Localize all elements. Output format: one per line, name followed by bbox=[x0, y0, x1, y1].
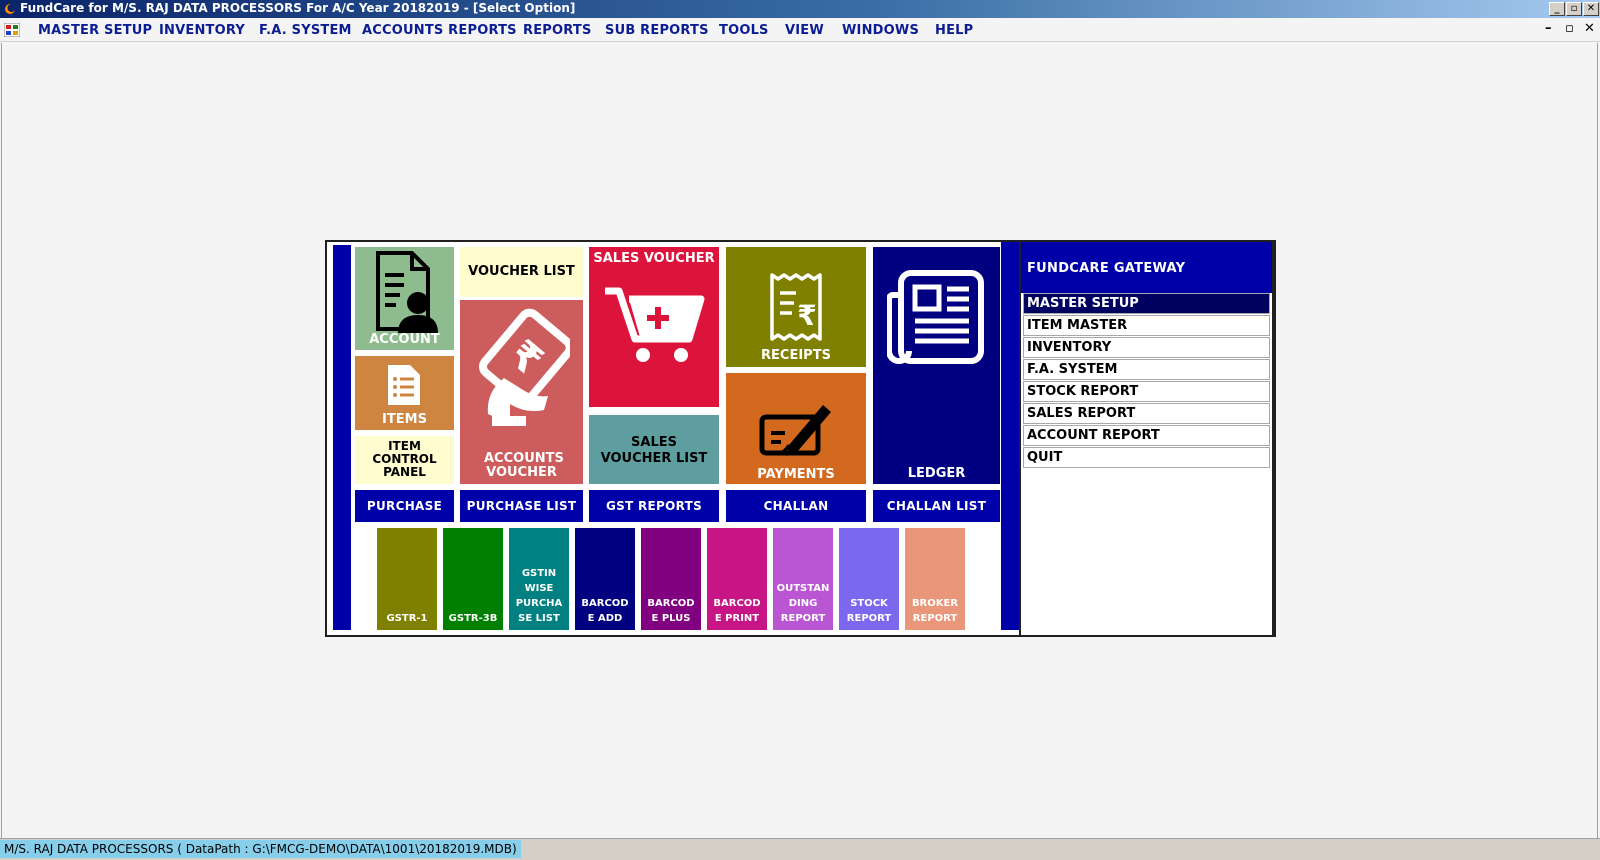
status-bar: M/S. RAJ DATA PROCESSORS ( DataPath : G:… bbox=[0, 838, 1600, 860]
barcode-plus-tile[interactable]: BARCOD E PLUS bbox=[641, 528, 701, 630]
tile-ledger-label: LEDGER bbox=[907, 466, 966, 481]
check-signing-pen-icon bbox=[759, 405, 831, 456]
menu-reports[interactable]: REPORTS bbox=[523, 23, 592, 38]
challan-list-button[interactable]: CHALLAN LIST bbox=[873, 490, 1000, 522]
gstin-wise-purchase-list-tile[interactable]: GSTIN WISE PURCHA SE LIST bbox=[509, 528, 569, 630]
menu-bar: MASTER SETUP INVENTORY F.A. SYSTEM ACCOU… bbox=[0, 18, 1600, 42]
gst-reports-button[interactable]: GST REPORTS bbox=[589, 490, 719, 522]
gateway-item-quit[interactable]: QUIT bbox=[1023, 447, 1270, 468]
menu-fa-system[interactable]: F.A. SYSTEM bbox=[259, 23, 352, 38]
gateway-item-master-setup[interactable]: MASTER SETUP bbox=[1023, 293, 1270, 314]
gateway-item-fa-system[interactable]: F.A. SYSTEM bbox=[1023, 359, 1270, 380]
barcode-add-tile[interactable]: BARCOD E ADD bbox=[575, 528, 635, 630]
document-window-icon[interactable] bbox=[4, 23, 20, 37]
ledger-newspaper-icon bbox=[887, 270, 984, 364]
menu-master-setup[interactable]: MASTER SETUP bbox=[38, 23, 152, 38]
tile-items-label: ITEMS bbox=[382, 412, 427, 427]
status-datapath: M/S. RAJ DATA PROCESSORS ( DataPath : G:… bbox=[0, 840, 521, 858]
gstr-3b-tile[interactable]: GSTR-3B bbox=[443, 528, 503, 630]
right-accent-bar bbox=[1001, 242, 1019, 630]
fundcare-gateway-panel: FUNDCARE GATEWAY MASTER SETUP ITEM MASTE… bbox=[1019, 240, 1274, 637]
svg-text:₹: ₹ bbox=[797, 299, 816, 332]
challan-button[interactable]: CHALLAN bbox=[726, 490, 866, 522]
tile-voucher-list-label: VOUCHER LIST bbox=[468, 264, 575, 279]
tile-account[interactable]: ACCOUNT bbox=[355, 247, 454, 350]
tile-items[interactable]: ITEMS bbox=[355, 356, 454, 430]
barcode-print-label: BARCOD E PRINT bbox=[713, 598, 761, 624]
menu-windows[interactable]: WINDOWS bbox=[842, 23, 919, 38]
tile-payments-label: PAYMENTS bbox=[757, 467, 835, 482]
barcode-plus-label: BARCOD E PLUS bbox=[647, 598, 695, 624]
window-title: FundCare for M/S. RAJ DATA PROCESSORS Fo… bbox=[20, 1, 576, 15]
gateway-item-sales-report[interactable]: SALES REPORT bbox=[1023, 403, 1270, 424]
gateway-item-item-master[interactable]: ITEM MASTER bbox=[1023, 315, 1270, 336]
menu-accounts-reports[interactable]: ACCOUNTS REPORTS bbox=[362, 23, 517, 38]
stock-report-label: STOCK REPORT bbox=[846, 598, 892, 624]
gstin-wise-purchase-list-label: GSTIN WISE PURCHA SE LIST bbox=[515, 568, 563, 624]
gateway-item-account-report[interactable]: ACCOUNT REPORT bbox=[1023, 425, 1270, 446]
tile-ledger[interactable]: LEDGER bbox=[873, 247, 1000, 484]
barcode-print-tile[interactable]: BARCOD E PRINT bbox=[707, 528, 767, 630]
minimize-button[interactable]: _ bbox=[1549, 2, 1565, 16]
tile-voucher-list[interactable]: VOUCHER LIST bbox=[460, 247, 583, 297]
menu-help[interactable]: HELP bbox=[935, 23, 973, 38]
items-list-icon bbox=[388, 365, 420, 405]
tile-sales-voucher-label: SALES VOUCHER bbox=[593, 251, 715, 266]
stock-report-tile[interactable]: STOCK REPORT bbox=[839, 528, 899, 630]
gateway-item-inventory[interactable]: INVENTORY bbox=[1023, 337, 1270, 358]
tile-item-control-panel[interactable]: ITEM CONTROL PANEL bbox=[355, 436, 454, 484]
close-button[interactable]: ✕ bbox=[1583, 2, 1599, 16]
tile-accounts-voucher[interactable]: ₹ ACCOUNTS VOUCHER bbox=[460, 300, 583, 484]
tile-sales-voucher[interactable]: SALES VOUCHER bbox=[589, 247, 719, 407]
account-contact-icon bbox=[376, 251, 438, 333]
tile-sales-voucher-list-label: SALES VOUCHER LIST bbox=[600, 435, 708, 466]
gateway-title: FUNDCARE GATEWAY bbox=[1027, 261, 1186, 276]
purchase-list-button[interactable]: PURCHASE LIST bbox=[460, 490, 583, 522]
child-minimize-button[interactable]: – bbox=[1545, 21, 1552, 36]
menu-view[interactable]: VIEW bbox=[785, 23, 824, 38]
tile-receipts-label: RECEIPTS bbox=[761, 348, 831, 363]
restore-button[interactable]: ▫ bbox=[1566, 2, 1582, 16]
menu-sub-reports[interactable]: SUB REPORTS bbox=[605, 23, 709, 38]
tile-receipts[interactable]: ₹ RECEIPTS bbox=[726, 247, 866, 367]
purchase-button[interactable]: PURCHASE bbox=[355, 490, 454, 522]
menu-inventory[interactable]: INVENTORY bbox=[159, 23, 245, 38]
tile-sales-voucher-list[interactable]: SALES VOUCHER LIST bbox=[589, 415, 719, 484]
outstanding-report-label: OUTSTAN DING REPORT bbox=[776, 583, 830, 624]
tile-account-label: ACCOUNT bbox=[369, 332, 440, 347]
gstr-1-label: GSTR-1 bbox=[386, 613, 428, 624]
gateway-item-stock-report[interactable]: STOCK REPORT bbox=[1023, 381, 1270, 402]
gstr-3b-label: GSTR-3B bbox=[448, 613, 498, 624]
broker-report-tile[interactable]: BROKER REPORT bbox=[905, 528, 965, 630]
receipt-rupee-icon: ₹ bbox=[770, 273, 822, 341]
tile-accounts-voucher-label: ACCOUNTS VOUCHER bbox=[484, 451, 564, 480]
gstr-1-tile[interactable]: GSTR-1 bbox=[377, 528, 437, 630]
child-close-button[interactable]: ✕ bbox=[1584, 21, 1595, 36]
left-accent-bar bbox=[333, 245, 351, 630]
tile-payments[interactable]: PAYMENTS bbox=[726, 373, 866, 484]
app-window: FundCare for M/S. RAJ DATA PROCESSORS Fo… bbox=[0, 0, 1600, 860]
outstanding-report-tile[interactable]: OUTSTAN DING REPORT bbox=[773, 528, 833, 630]
app-logo-icon bbox=[5, 4, 16, 14]
broker-report-label: BROKER REPORT bbox=[911, 598, 959, 624]
title-bar[interactable]: FundCare for M/S. RAJ DATA PROCESSORS Fo… bbox=[0, 0, 1600, 18]
barcode-add-label: BARCOD E ADD bbox=[581, 598, 629, 624]
tile-item-control-panel-label: ITEM CONTROL PANEL bbox=[372, 439, 437, 479]
gateway-header: FUNDCARE GATEWAY bbox=[1021, 242, 1272, 293]
child-restore-button[interactable]: ▫ bbox=[1565, 21, 1574, 36]
menu-tools[interactable]: TOOLS bbox=[719, 23, 769, 38]
shopping-cart-icon bbox=[605, 287, 705, 362]
rupee-voucher-icon: ₹ bbox=[479, 308, 570, 426]
